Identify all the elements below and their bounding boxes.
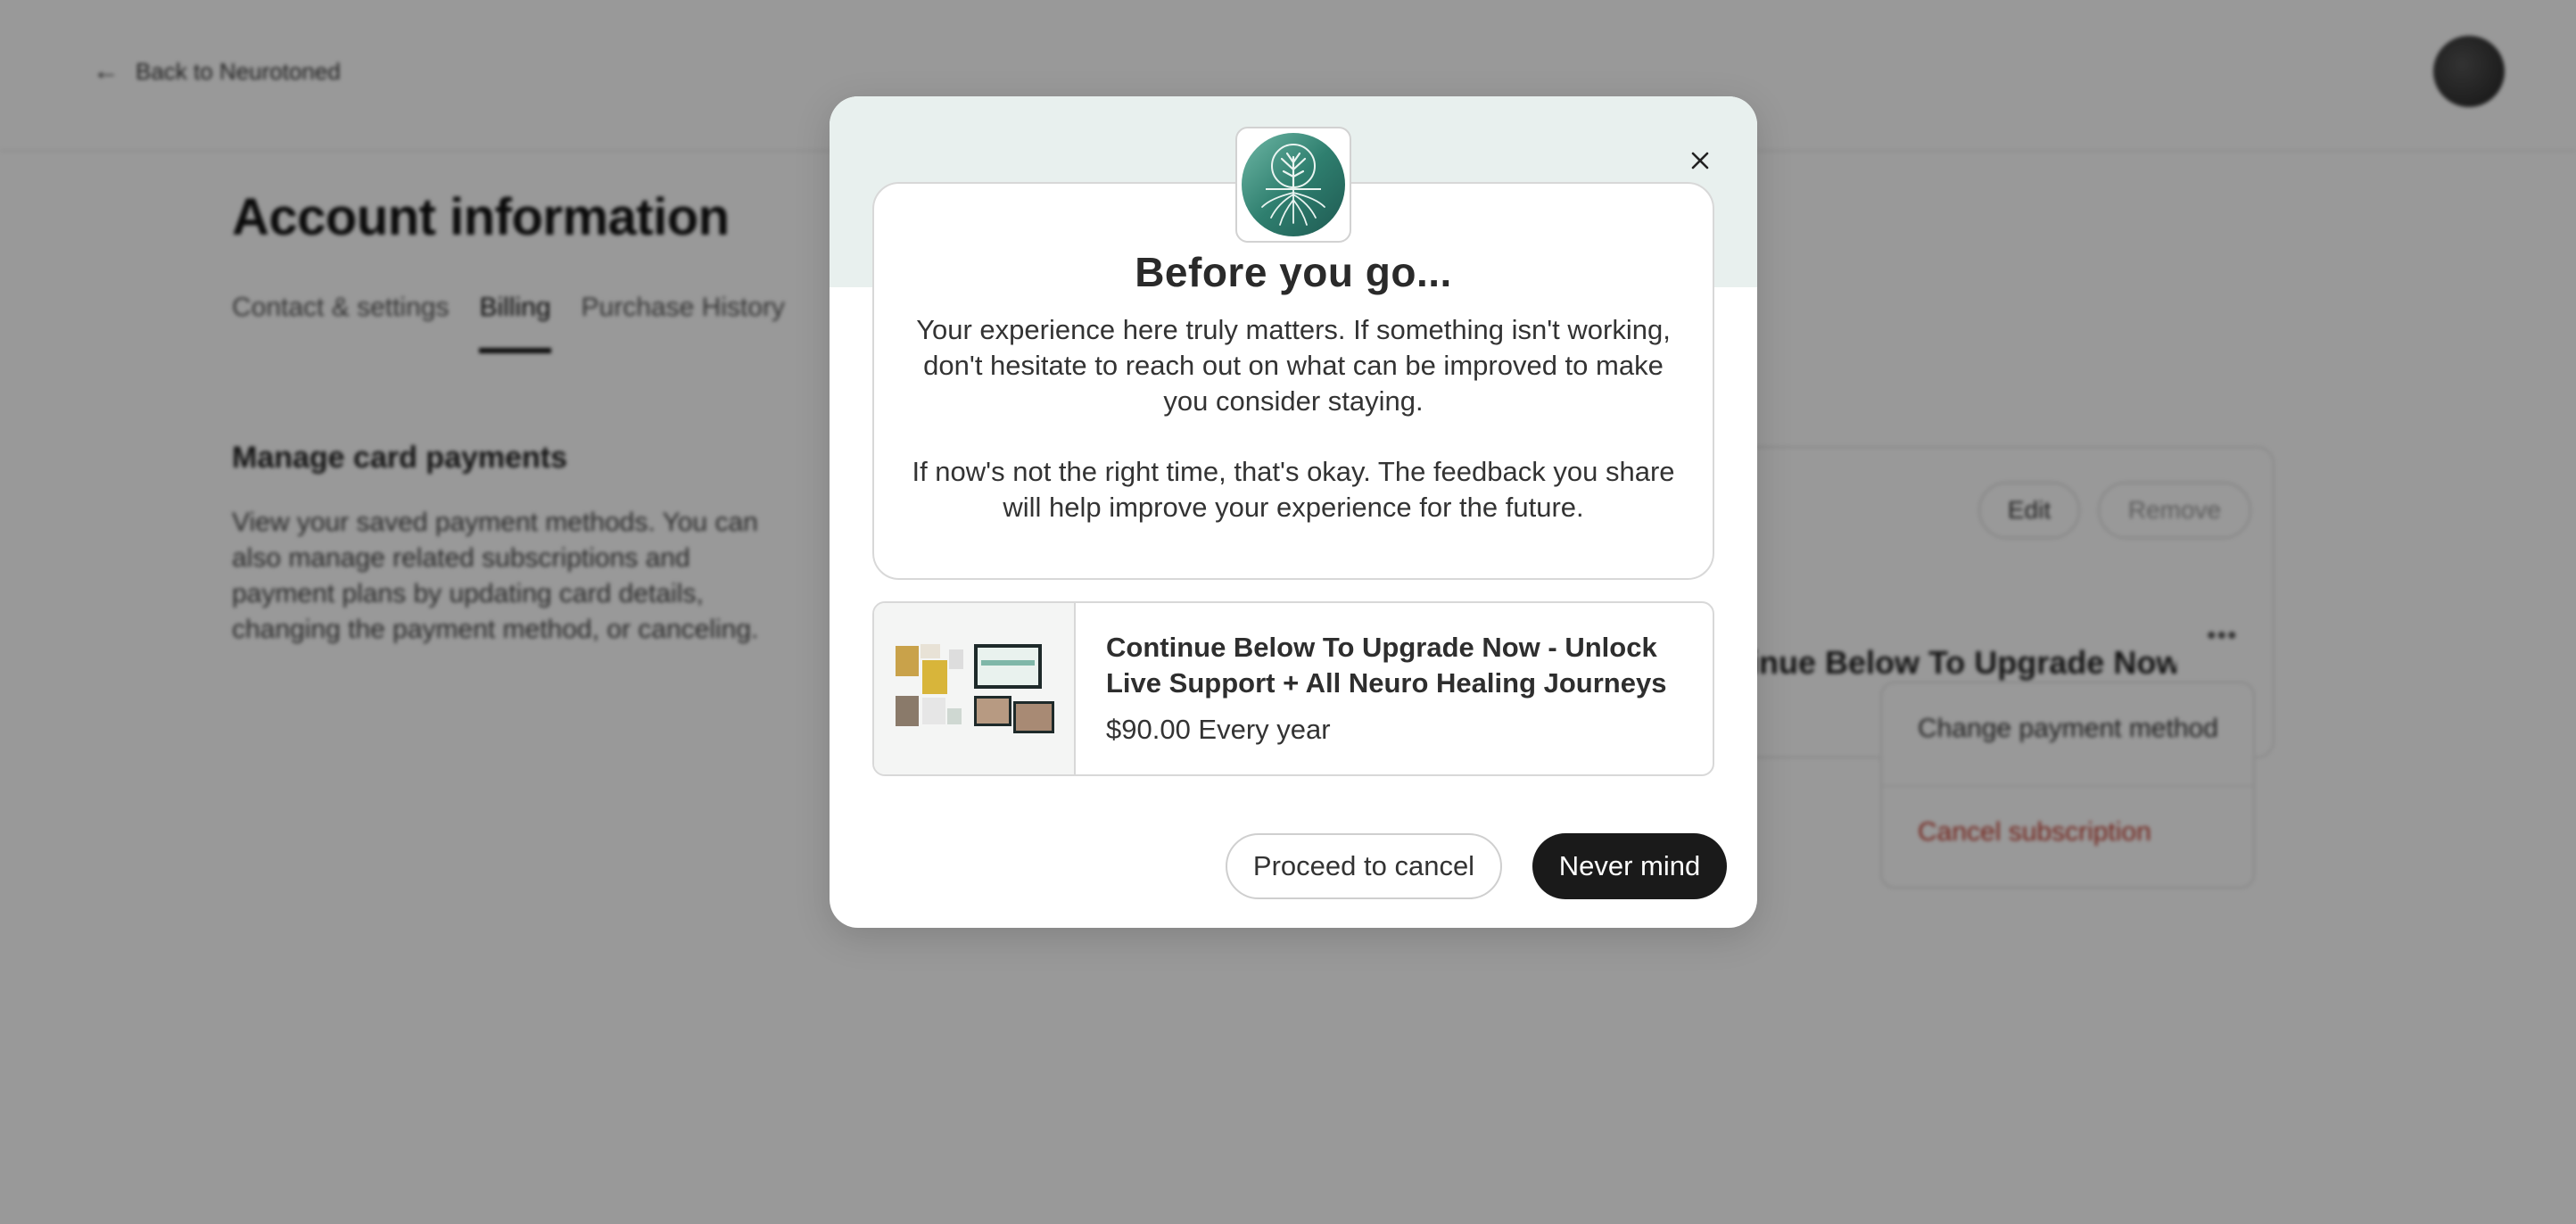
brand-logo [1235, 127, 1351, 243]
offer-thumbnail [874, 603, 1076, 774]
proceed-to-cancel-button[interactable]: Proceed to cancel [1226, 833, 1502, 899]
never-mind-button[interactable]: Never mind [1532, 833, 1727, 899]
tree-logo-icon [1242, 133, 1345, 236]
offer-collage-image [896, 644, 1054, 733]
modal-body: Your experience here truly matters. If s… [901, 312, 1686, 525]
upgrade-offer-card[interactable]: Continue Below To Upgrade Now - Unlock L… [872, 601, 1714, 776]
modal-body-paragraph-1: Your experience here truly matters. If s… [916, 314, 1671, 417]
close-button[interactable] [1679, 139, 1721, 182]
cancel-retention-modal: Before you go... Your experience here tr… [830, 96, 1757, 928]
offer-price: $90.00 Every year [1106, 714, 1331, 745]
offer-title: Continue Below To Upgrade Now - Unlock L… [1106, 632, 1667, 699]
close-icon [1691, 152, 1709, 170]
modal-title: Before you go... [1135, 249, 1452, 295]
modal-body-paragraph-2: If now's not the right time, that's okay… [912, 456, 1675, 523]
